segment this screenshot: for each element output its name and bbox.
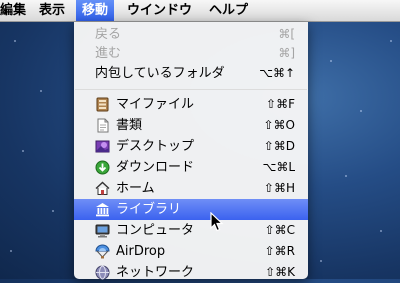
menu-item-shortcut: ⌥⌘L (262, 160, 295, 174)
menu-item-all-my-files[interactable]: マイファイル ⇧⌘F (74, 94, 308, 115)
menu-bar: 編集 表示 移動 ウインドウ ヘルプ (0, 0, 400, 22)
menu-edit[interactable]: 編集 (0, 0, 32, 21)
menu-item-label: 進む (95, 46, 122, 61)
menu-go[interactable]: 移動 (76, 0, 115, 21)
documents-icon (97, 118, 109, 133)
star (320, 260, 322, 262)
menu-item-shortcut: ⌥⌘↑ (259, 66, 295, 80)
star (380, 230, 382, 232)
menu-item-shortcut: ⇧⌘C (264, 223, 295, 237)
menu-item-label: ネットワーク (116, 265, 195, 280)
menu-item-label: ダウンロード (116, 160, 195, 175)
mouse-pointer-icon (210, 212, 224, 232)
menu-item-back[interactable]: 戻る ⌘[ (74, 24, 308, 45)
menu-item-computer[interactable]: コンピュータ ⇧⌘C (74, 220, 308, 241)
star (345, 175, 347, 177)
star (10, 250, 12, 252)
menu-item-label: ホーム (116, 181, 155, 196)
star (40, 90, 42, 92)
menu-item-shortcut: ⇧⌘K (265, 265, 295, 279)
network-icon (95, 265, 110, 280)
star (390, 40, 392, 42)
menu-item-label: 書類 (116, 118, 143, 133)
menu-item-label: AirDrop (116, 244, 166, 259)
desktop-icon (95, 140, 110, 153)
menu-item-airdrop[interactable]: AirDrop ⇧⌘R (74, 241, 308, 262)
star (22, 150, 24, 152)
menu-item-documents[interactable]: 書類 ⇧⌘O (74, 115, 308, 136)
menu-item-forward[interactable]: 進む ⌘] (74, 43, 308, 64)
star (14, 40, 16, 42)
home-icon (95, 181, 110, 195)
menu-item-desktop[interactable]: デスクトップ ⇧⌘D (74, 136, 308, 157)
all-my-files-icon (96, 97, 109, 112)
menu-item-shortcut: ⌘[ (278, 27, 295, 41)
menu-item-library[interactable]: ライブラリ (74, 199, 308, 220)
menu-view[interactable]: 表示 (33, 0, 71, 21)
menu-help[interactable]: ヘルプ (203, 0, 254, 21)
go-menu-dropdown: 戻る ⌘[ 進む ⌘] 内包しているフォルダ ⌥⌘↑ マイファイル ⇧⌘F 書類… (74, 22, 308, 280)
menu-item-label: マイファイル (116, 97, 195, 112)
menu-item-label: ライブラリ (116, 202, 182, 217)
star (330, 60, 332, 62)
menu-item-enclosing-folder[interactable]: 内包しているフォルダ ⌥⌘↑ (74, 63, 308, 84)
menu-item-label: 内包しているフォルダ (95, 66, 225, 81)
menu-item-downloads[interactable]: ダウンロード ⌥⌘L (74, 157, 308, 178)
menu-item-network[interactable]: ネットワーク ⇧⌘K (74, 262, 308, 283)
menu-item-shortcut: ⇧⌘F (266, 97, 295, 111)
menu-window[interactable]: ウインドウ (121, 0, 198, 21)
downloads-icon (95, 160, 110, 175)
menu-item-shortcut: ⇧⌘H (263, 181, 295, 195)
menu-item-shortcut: ⇧⌘O (263, 118, 296, 132)
menu-item-shortcut: ⇧⌘D (263, 139, 295, 153)
airdrop-icon (95, 244, 110, 259)
menu-item-label: デスクトップ (116, 139, 195, 154)
library-icon (96, 203, 109, 217)
menu-item-label: コンピュータ (116, 223, 195, 238)
menu-item-label: 戻る (95, 27, 122, 42)
menu-separator (75, 89, 307, 90)
computer-icon (95, 224, 110, 238)
menu-item-shortcut: ⇧⌘R (264, 244, 295, 258)
star (52, 210, 54, 212)
star (360, 110, 362, 112)
menu-item-shortcut: ⌘] (278, 46, 295, 60)
menu-item-home[interactable]: ホーム ⇧⌘H (74, 178, 308, 199)
